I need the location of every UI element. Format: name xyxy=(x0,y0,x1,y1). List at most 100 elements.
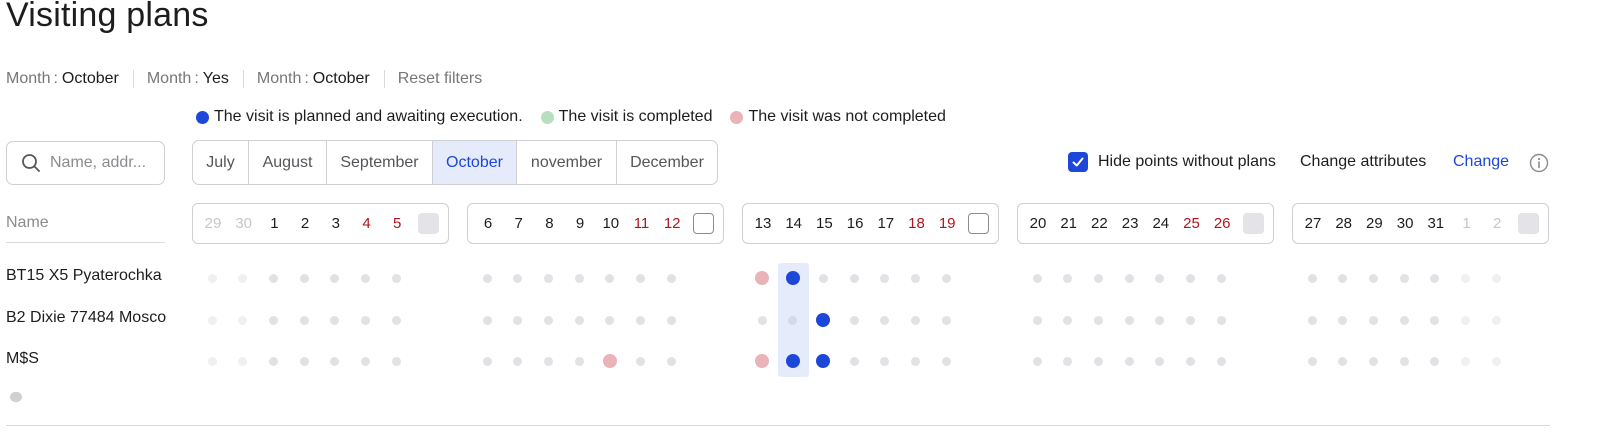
day-label[interactable]: 1 xyxy=(260,215,288,232)
visit-dot-empty[interactable] xyxy=(361,356,370,366)
visit-dot-empty[interactable] xyxy=(941,273,951,283)
visit-dot-empty[interactable] xyxy=(299,273,309,283)
visit-dot-empty[interactable] xyxy=(1491,356,1501,366)
visit-dot-empty[interactable] xyxy=(238,356,248,366)
day-label[interactable]: 27 xyxy=(1299,215,1327,232)
visit-dot-empty[interactable] xyxy=(818,273,828,283)
visit-dot-empty[interactable] xyxy=(636,273,645,283)
visit-dot-empty[interactable] xyxy=(391,315,401,325)
day-label[interactable]: 15 xyxy=(810,215,838,232)
info-icon[interactable] xyxy=(1529,153,1549,173)
visit-dot-empty[interactable] xyxy=(543,315,553,325)
month-tab[interactable]: September xyxy=(327,141,433,184)
visit-dot-empty[interactable] xyxy=(299,315,309,325)
day-label[interactable]: 2 xyxy=(1483,215,1511,232)
visit-dot-empty[interactable] xyxy=(849,315,859,325)
day-label[interactable]: 2 xyxy=(291,215,319,232)
visit-dot-empty[interactable] xyxy=(666,315,676,325)
visit-dot-empty[interactable] xyxy=(1368,273,1378,283)
visit-dot-empty[interactable] xyxy=(330,273,340,283)
day-label[interactable]: 16 xyxy=(841,215,869,232)
day-label[interactable]: 30 xyxy=(1391,215,1419,232)
day-label[interactable]: 23 xyxy=(1116,215,1144,232)
visit-dot-empty[interactable] xyxy=(1124,356,1134,366)
visit-dot-empty[interactable] xyxy=(757,315,767,325)
visit-dot-empty[interactable] xyxy=(636,356,645,366)
day-label[interactable]: 3 xyxy=(322,215,350,232)
visit-dot-empty[interactable] xyxy=(880,273,890,283)
row-name[interactable]: M$S xyxy=(6,350,166,368)
row-name[interactable]: B2 Dixie 77484 Moscow xyxy=(6,309,166,327)
week-select-checkbox[interactable] xyxy=(968,213,989,234)
visit-dot-empty[interactable] xyxy=(391,273,401,283)
visit-dot-empty[interactable] xyxy=(543,356,553,366)
day-label[interactable]: 7 xyxy=(505,215,533,232)
visit-dot-empty[interactable] xyxy=(1186,315,1195,325)
day-label[interactable]: 30 xyxy=(230,215,258,232)
visit-dot-empty[interactable] xyxy=(482,273,492,283)
filter-chip[interactable]: Month: October xyxy=(6,70,119,88)
visit-dot-planned[interactable] xyxy=(785,271,800,285)
day-label[interactable]: 5 xyxy=(383,215,411,232)
day-label[interactable]: 9 xyxy=(566,215,594,232)
visit-dot-empty[interactable] xyxy=(574,356,584,366)
visit-dot-empty[interactable] xyxy=(513,273,523,283)
visit-dot-empty[interactable] xyxy=(1155,356,1165,366)
visit-dot-empty[interactable] xyxy=(1338,356,1348,366)
visit-dot-empty[interactable] xyxy=(605,315,615,325)
visit-dot-empty[interactable] xyxy=(482,356,492,366)
visit-dot-empty[interactable] xyxy=(1124,273,1134,283)
visit-dot-empty[interactable] xyxy=(880,315,890,325)
visit-dot-empty[interactable] xyxy=(574,273,584,283)
visit-dot-notdone[interactable] xyxy=(755,354,769,368)
reset-filters-link[interactable]: Reset filters xyxy=(398,70,482,88)
visit-dot-empty[interactable] xyxy=(330,356,340,366)
visit-dot-empty[interactable] xyxy=(513,315,523,325)
search-box[interactable] xyxy=(6,141,165,185)
visit-dot-empty[interactable] xyxy=(1307,273,1317,283)
visit-dot-empty[interactable] xyxy=(1368,356,1378,366)
visit-dot-empty[interactable] xyxy=(911,273,920,283)
week-select-checkbox[interactable] xyxy=(693,213,714,234)
visit-dot-planned[interactable] xyxy=(816,313,831,327)
visit-dot-empty[interactable] xyxy=(1491,273,1501,283)
day-label[interactable]: 17 xyxy=(872,215,900,232)
visit-dot-empty[interactable] xyxy=(1093,315,1103,325)
visit-dot-empty[interactable] xyxy=(543,273,553,283)
visit-dot-empty[interactable] xyxy=(1063,315,1073,325)
visit-dot-empty[interactable] xyxy=(666,273,676,283)
visit-dot-empty[interactable] xyxy=(849,273,859,283)
visit-dot-empty[interactable] xyxy=(1461,315,1470,325)
visit-dot-notdone[interactable] xyxy=(755,271,769,285)
visit-dot-empty[interactable] xyxy=(941,315,951,325)
month-tab[interactable]: December xyxy=(617,141,717,184)
visit-dot-empty[interactable] xyxy=(1461,273,1470,283)
filter-chip[interactable]: Month: Yes xyxy=(147,70,229,88)
day-label[interactable]: 18 xyxy=(903,215,931,232)
visit-dot-empty[interactable] xyxy=(1430,273,1440,283)
visit-dot-empty[interactable] xyxy=(1032,273,1042,283)
visit-dot-empty[interactable] xyxy=(605,273,615,283)
visit-dot-empty[interactable] xyxy=(1093,273,1103,283)
visit-dot-empty[interactable] xyxy=(1155,315,1165,325)
visit-dot-empty[interactable] xyxy=(238,315,248,325)
visit-dot-empty[interactable] xyxy=(268,315,278,325)
day-label[interactable]: 24 xyxy=(1147,215,1175,232)
visit-dot-empty[interactable] xyxy=(666,356,676,366)
visit-dot-empty[interactable] xyxy=(1093,356,1103,366)
hide-points-toggle[interactable]: Hide points without plans xyxy=(1068,152,1276,172)
visit-dot-empty[interactable] xyxy=(513,356,523,366)
day-label[interactable]: 20 xyxy=(1024,215,1052,232)
visit-dot-empty[interactable] xyxy=(1430,315,1440,325)
visit-dot-empty[interactable] xyxy=(1338,273,1348,283)
visit-dot-empty[interactable] xyxy=(1338,315,1348,325)
visit-dot-empty[interactable] xyxy=(238,273,248,283)
search-input[interactable] xyxy=(50,154,160,172)
visit-dot-empty[interactable] xyxy=(361,315,370,325)
visit-dot-empty[interactable] xyxy=(1216,315,1226,325)
visit-dot-empty[interactable] xyxy=(788,315,798,325)
visit-dot-empty[interactable] xyxy=(1430,356,1440,366)
visit-dot-empty[interactable] xyxy=(1032,315,1042,325)
month-tab[interactable]: October xyxy=(433,141,517,184)
day-label[interactable]: 31 xyxy=(1422,215,1450,232)
